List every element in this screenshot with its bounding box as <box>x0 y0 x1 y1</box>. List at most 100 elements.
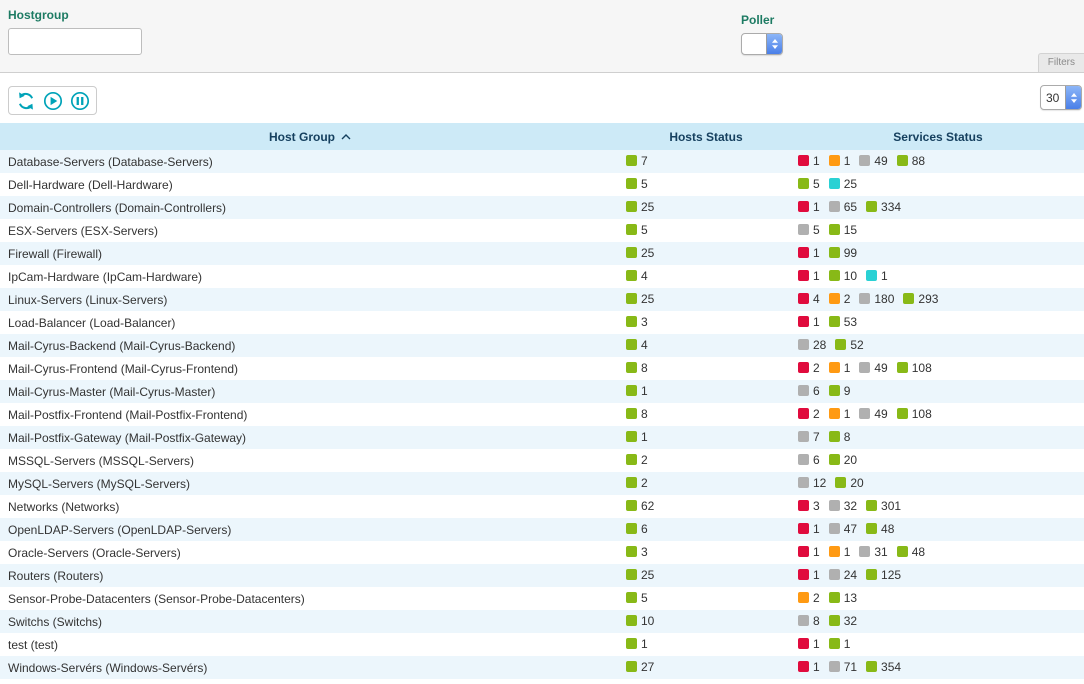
hostgroup-name[interactable]: Switchs (Switchs) <box>8 615 102 629</box>
status-count: 1 <box>813 200 820 214</box>
table-row[interactable]: Sensor-Probe-Datacenters (Sensor-Probe-D… <box>0 587 1084 610</box>
hostgroup-name[interactable]: Mail-Postfix-Gateway (Mail-Postfix-Gatew… <box>8 431 246 445</box>
status-square-gray <box>859 293 870 304</box>
table-row[interactable]: Mail-Cyrus-Backend (Mail-Cyrus-Backend) … <box>0 334 1084 357</box>
hostgroup-name[interactable]: IpCam-Hardware (IpCam-Hardware) <box>8 270 202 284</box>
status-square-green <box>866 661 877 672</box>
hostgroup-name[interactable]: ESX-Servers (ESX-Servers) <box>8 224 158 238</box>
status-square-red <box>798 270 809 281</box>
status-square-green <box>829 224 840 235</box>
gray-status-badge: 12 <box>798 476 826 490</box>
header-services-status[interactable]: Services Status <box>792 123 1084 150</box>
hostgroup-name[interactable]: MSSQL-Servers (MSSQL-Servers) <box>8 454 194 468</box>
hostgroup-name[interactable]: Dell-Hardware (Dell-Hardware) <box>8 178 173 192</box>
status-square-green <box>626 546 637 557</box>
status-count: 25 <box>844 177 857 191</box>
hosts-status-badges: 5 <box>626 592 657 606</box>
hostgroup-name[interactable]: Mail-Cyrus-Backend (Mail-Cyrus-Backend) <box>8 339 235 353</box>
hostgroup-name[interactable]: Database-Servers (Database-Servers) <box>8 155 213 169</box>
table-row[interactable]: Firewall (Firewall) 25 199 <box>0 242 1084 265</box>
table-row[interactable]: Domain-Controllers (Domain-Controllers) … <box>0 196 1084 219</box>
hosts-status-badges: 25 <box>626 247 663 261</box>
hostgroup-name[interactable]: Firewall (Firewall) <box>8 247 102 261</box>
status-count: 9 <box>844 384 851 398</box>
status-count: 52 <box>850 338 863 352</box>
table-row[interactable]: ESX-Servers (ESX-Servers) 5 515 <box>0 219 1084 242</box>
status-square-green <box>626 224 637 235</box>
hostgroup-name[interactable]: Sensor-Probe-Datacenters (Sensor-Probe-D… <box>8 592 305 606</box>
table-row[interactable]: Routers (Routers) 25 124125 <box>0 564 1084 587</box>
table-row[interactable]: MSSQL-Servers (MSSQL-Servers) 2 620 <box>0 449 1084 472</box>
orange-status-badge: 1 <box>829 361 851 375</box>
red-status-badge: 1 <box>798 545 820 559</box>
table-row[interactable]: Mail-Postfix-Frontend (Mail-Postfix-Fron… <box>0 403 1084 426</box>
pause-icon[interactable] <box>69 90 90 111</box>
table-row[interactable]: Windows-Servérs (Windows-Servérs) 27 171… <box>0 656 1084 679</box>
status-count: 108 <box>912 407 932 421</box>
status-square-green <box>626 523 637 534</box>
hostgroup-name[interactable]: Mail-Cyrus-Master (Mail-Cyrus-Master) <box>8 385 215 399</box>
hostgroup-name[interactable]: OpenLDAP-Servers (OpenLDAP-Servers) <box>8 523 231 537</box>
status-square-orange <box>829 155 840 166</box>
table-row[interactable]: Networks (Networks) 62 332301 <box>0 495 1084 518</box>
hostgroup-name[interactable]: Linux-Servers (Linux-Servers) <box>8 293 167 307</box>
header-host-group[interactable]: Host Group <box>0 123 620 150</box>
hostgroup-name[interactable]: Oracle-Servers (Oracle-Servers) <box>8 546 181 560</box>
hostgroup-filter-group: Hostgroup <box>8 8 142 55</box>
table-row[interactable]: MySQL-Servers (MySQL-Servers) 2 1220 <box>0 472 1084 495</box>
hostgroup-name[interactable]: Windows-Servérs (Windows-Servérs) <box>8 661 207 675</box>
hostgroup-name[interactable]: Routers (Routers) <box>8 569 103 583</box>
status-count: 4 <box>641 338 648 352</box>
table-row[interactable]: Linux-Servers (Linux-Servers) 25 4218029… <box>0 288 1084 311</box>
table-row[interactable]: OpenLDAP-Servers (OpenLDAP-Servers) 6 14… <box>0 518 1084 541</box>
green-status-badge: 25 <box>626 200 654 214</box>
table-row[interactable]: IpCam-Hardware (IpCam-Hardware) 4 1101 <box>0 265 1084 288</box>
table-row[interactable]: Database-Servers (Database-Servers) 7 11… <box>0 150 1084 173</box>
hostgroup-name[interactable]: MySQL-Servers (MySQL-Servers) <box>8 477 190 491</box>
poller-select[interactable] <box>741 33 783 55</box>
hostgroup-name[interactable]: Networks (Networks) <box>8 500 119 514</box>
hostgroup-name[interactable]: test (test) <box>8 638 58 652</box>
status-square-green <box>626 408 637 419</box>
hostgroup-name[interactable]: Load-Balancer (Load-Balancer) <box>8 316 175 330</box>
orange-status-badge: 1 <box>829 407 851 421</box>
table-row[interactable]: Dell-Hardware (Dell-Hardware) 5 525 <box>0 173 1084 196</box>
page-size-select[interactable]: 30 <box>1040 85 1082 110</box>
status-count: 5 <box>641 177 648 191</box>
status-square-green <box>866 500 877 511</box>
table-row[interactable]: Mail-Cyrus-Frontend (Mail-Cyrus-Frontend… <box>0 357 1084 380</box>
hostgroup-name[interactable]: Mail-Cyrus-Frontend (Mail-Cyrus-Frontend… <box>8 362 238 376</box>
refresh-icon[interactable] <box>15 90 36 111</box>
status-square-green <box>897 155 908 166</box>
services-status-badges: 14748 <box>798 523 903 537</box>
status-square-cyan <box>829 178 840 189</box>
status-count: 2 <box>813 361 820 375</box>
header-hosts-status[interactable]: Hosts Status <box>620 123 792 150</box>
red-status-badge: 1 <box>798 200 820 214</box>
services-status-badges: 525 <box>798 178 866 192</box>
table-row[interactable]: Oracle-Servers (Oracle-Servers) 3 113148 <box>0 541 1084 564</box>
table-row[interactable]: Load-Balancer (Load-Balancer) 3 153 <box>0 311 1084 334</box>
status-count: 1 <box>844 407 851 421</box>
green-status-badge: 7 <box>626 154 648 168</box>
gray-status-badge: 7 <box>798 430 820 444</box>
table-row[interactable]: Switchs (Switchs) 10 832 <box>0 610 1084 633</box>
green-status-badge: 5 <box>626 177 648 191</box>
services-status-badges: 332301 <box>798 500 910 514</box>
status-count: 1 <box>813 568 820 582</box>
status-square-gray <box>859 546 870 557</box>
table-row[interactable]: test (test) 1 11 <box>0 633 1084 656</box>
status-square-green <box>866 523 877 534</box>
hostgroup-name[interactable]: Domain-Controllers (Domain-Controllers) <box>8 201 226 215</box>
play-icon[interactable] <box>42 90 63 111</box>
filters-tab[interactable]: Filters <box>1038 53 1084 72</box>
green-status-badge: 2 <box>626 476 648 490</box>
table-row[interactable]: Mail-Cyrus-Master (Mail-Cyrus-Master) 1 … <box>0 380 1084 403</box>
page-size-wrap: 30 <box>1040 85 1082 110</box>
hostgroup-name[interactable]: Mail-Postfix-Frontend (Mail-Postfix-Fron… <box>8 408 247 422</box>
table-row[interactable]: Mail-Postfix-Gateway (Mail-Postfix-Gatew… <box>0 426 1084 449</box>
green-status-badge: 3 <box>626 315 648 329</box>
header-hosts-status-label: Hosts Status <box>669 130 742 144</box>
status-square-cyan <box>866 270 877 281</box>
hostgroup-filter-input[interactable] <box>8 28 142 55</box>
